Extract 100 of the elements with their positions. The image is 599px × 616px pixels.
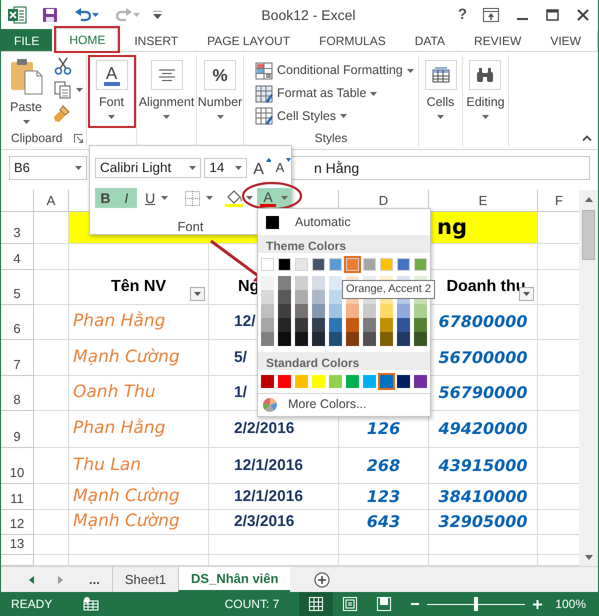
ribbon-tab[interactable]: INSERT xyxy=(121,29,192,51)
color-swatch[interactable] xyxy=(363,318,376,332)
styles-menu-button[interactable]: Cell Styles xyxy=(252,106,350,127)
font-name-dropdown[interactable]: Calibri Light xyxy=(95,158,202,178)
font-size-dropdown[interactable]: 14 xyxy=(204,158,248,178)
collapse-ribbon-icon[interactable] xyxy=(582,135,592,141)
color-swatch[interactable] xyxy=(295,304,308,318)
ribbon-tab[interactable]: REVIEW xyxy=(460,29,534,51)
color-swatch[interactable] xyxy=(261,318,274,332)
underline-button[interactable]: U xyxy=(142,188,172,208)
color-swatch[interactable] xyxy=(397,332,410,346)
row-header[interactable]: 9 xyxy=(1,411,34,448)
row-header[interactable]: 10 xyxy=(1,448,34,484)
color-swatch[interactable] xyxy=(329,276,342,290)
color-swatch[interactable] xyxy=(312,332,325,346)
color-swatch[interactable] xyxy=(295,276,308,290)
dialog-launcher-icon[interactable] xyxy=(74,134,84,142)
sheet-tab[interactable]: DS_Nhân viên xyxy=(178,567,290,592)
ribbon-tab[interactable]: VIEW xyxy=(537,29,594,51)
ribbon-tab[interactable]: DATA xyxy=(402,29,458,51)
color-swatch[interactable] xyxy=(278,290,291,304)
color-swatch[interactable] xyxy=(278,276,291,290)
color-swatch[interactable] xyxy=(261,290,274,304)
color-swatch[interactable] xyxy=(346,375,359,388)
color-swatch[interactable] xyxy=(380,318,393,332)
color-swatch[interactable] xyxy=(278,375,291,388)
color-swatch[interactable] xyxy=(329,304,342,318)
alignment-group-button[interactable]: Alignment xyxy=(136,58,196,119)
color-swatch[interactable] xyxy=(380,304,393,318)
row-header[interactable]: 4 xyxy=(1,244,34,270)
number-group-button[interactable]: % Number xyxy=(196,58,244,119)
color-swatch[interactable] xyxy=(397,318,410,332)
color-swatch[interactable] xyxy=(329,318,342,332)
editing-group-button[interactable]: Editing xyxy=(464,58,507,119)
color-swatch[interactable] xyxy=(261,375,274,388)
font-group-button[interactable]: A Font xyxy=(90,58,132,125)
ribbon-tab[interactable]: FORMULAS xyxy=(306,29,399,51)
column-header[interactable]: A xyxy=(34,190,69,212)
row-header[interactable]: 13 xyxy=(1,535,34,555)
row-header[interactable]: 3 xyxy=(1,212,34,244)
row-header[interactable]: 5 xyxy=(1,270,34,305)
select-all-corner[interactable] xyxy=(1,190,34,212)
row-header[interactable]: 11 xyxy=(1,484,34,510)
font-color-button[interactable]: A xyxy=(257,188,291,208)
row-header[interactable]: 7 xyxy=(1,340,34,376)
cells-group-button[interactable]: Cells xyxy=(422,58,458,119)
zoom-slider-thumb[interactable] xyxy=(474,596,478,610)
ribbon-display-button[interactable] xyxy=(480,8,502,22)
color-swatch[interactable] xyxy=(414,304,427,318)
color-swatch[interactable] xyxy=(414,375,427,388)
row-header[interactable]: 8 xyxy=(1,376,34,411)
color-swatch[interactable] xyxy=(278,304,291,318)
color-swatch[interactable] xyxy=(312,276,325,290)
color-swatch[interactable] xyxy=(363,304,376,318)
color-swatch[interactable] xyxy=(278,332,291,346)
ribbon-tab[interactable]: PAGE LAYOUT xyxy=(194,29,304,51)
italic-button[interactable]: I xyxy=(116,188,137,208)
color-swatch[interactable] xyxy=(397,375,410,388)
color-swatch[interactable] xyxy=(295,332,308,346)
color-swatch[interactable] xyxy=(261,332,274,346)
filter-button[interactable] xyxy=(190,287,205,301)
name-box[interactable]: B6 xyxy=(9,156,87,180)
color-swatch[interactable] xyxy=(329,332,342,346)
color-swatch[interactable] xyxy=(261,276,274,290)
ribbon-tab[interactable]: FILE xyxy=(1,29,52,51)
color-swatch[interactable] xyxy=(278,318,291,332)
fill-color-button[interactable] xyxy=(223,188,254,208)
color-swatch[interactable] xyxy=(346,318,359,332)
color-swatch[interactable] xyxy=(295,318,308,332)
color-swatch[interactable] xyxy=(329,290,342,304)
styles-menu-button[interactable]: Format as Table xyxy=(252,83,380,104)
color-swatch[interactable] xyxy=(363,375,376,388)
color-swatch[interactable] xyxy=(363,332,376,346)
color-swatch[interactable] xyxy=(380,375,393,388)
color-swatch[interactable] xyxy=(397,304,410,318)
row-header[interactable]: 6 xyxy=(1,305,34,340)
bold-button[interactable]: B xyxy=(95,188,116,208)
scroll-thumb[interactable] xyxy=(582,210,596,260)
ribbon-tab[interactable]: HOME xyxy=(56,28,118,51)
color-swatch[interactable] xyxy=(414,332,427,346)
customize-toolbar-icon[interactable] xyxy=(153,11,162,19)
paste-button[interactable]: Paste xyxy=(7,55,45,124)
color-swatch[interactable] xyxy=(346,304,359,318)
color-swatch[interactable] xyxy=(295,290,308,304)
color-swatch[interactable] xyxy=(312,318,325,332)
color-swatch[interactable] xyxy=(346,332,359,346)
row-header[interactable]: 12 xyxy=(1,510,34,535)
shrink-font-button[interactable]: A xyxy=(276,158,291,178)
automatic-color-option[interactable]: Automatic xyxy=(258,209,430,235)
styles-menu-button[interactable]: Conditional Formatting xyxy=(252,60,417,82)
color-swatch[interactable] xyxy=(312,304,325,318)
color-swatch[interactable] xyxy=(261,304,274,318)
color-swatch[interactable] xyxy=(329,375,342,388)
more-sheets-button[interactable]: ... xyxy=(77,567,112,592)
help-button[interactable]: ? xyxy=(454,4,470,26)
add-sheet-button[interactable] xyxy=(312,570,332,588)
color-swatch[interactable] xyxy=(312,290,325,304)
color-swatch[interactable] xyxy=(414,318,427,332)
grow-font-button[interactable]: A xyxy=(253,158,271,178)
normal-view-button[interactable] xyxy=(299,592,334,616)
